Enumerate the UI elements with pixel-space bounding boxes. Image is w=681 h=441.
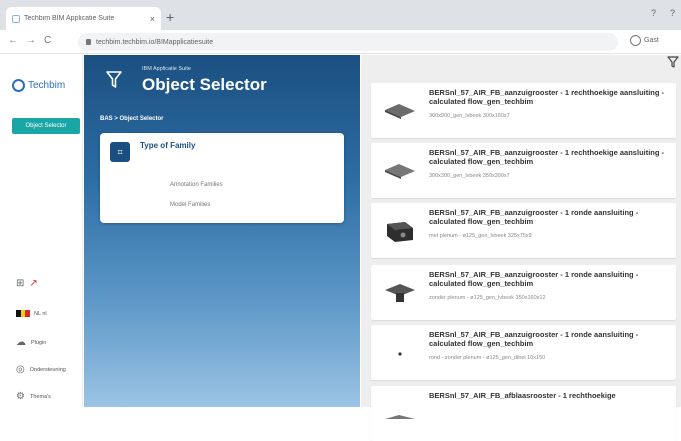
filter-icon[interactable] — [667, 56, 679, 68]
profile-label: Gast — [644, 37, 659, 44]
page-title: Object Selector — [142, 75, 267, 94]
result-item[interactable]: BERSnl_57_AIR_FB_aanzuigrooster - 1 rond… — [371, 325, 676, 380]
filter-icon — [106, 71, 122, 88]
techbim-logo[interactable]: Techbim — [12, 79, 65, 92]
profile-button[interactable]: Gast — [630, 35, 659, 46]
rect-grille-thumbnail — [385, 104, 415, 119]
option-annotation-families[interactable]: Annotation Families — [170, 182, 223, 188]
tab-title: Techbim BIM Applicatie Suite — [24, 15, 115, 22]
sidebar-item-support[interactable]: ◎ Ondersteuning — [16, 364, 66, 375]
reload-button[interactable]: C — [44, 35, 51, 46]
tab-close-icon[interactable]: × — [150, 14, 155, 24]
language-label: NL nl — [34, 310, 47, 317]
round-grille-thumbnail — [385, 284, 415, 302]
grid-icon[interactable]: ⊞ — [16, 278, 24, 289]
result-subtitle: rond - zonder plenum - ø125_gen_dibel 10… — [429, 355, 546, 361]
result-subtitle: 300x300_gen_lvbeek 350x300x7 — [429, 173, 510, 179]
result-title: BERSnl_57_AIR_FB_aanzuigrooster - 1 rech… — [429, 88, 665, 106]
logout-icon[interactable]: ↗ — [29, 278, 37, 289]
sidebar-item-label: Ondersteuning — [29, 366, 66, 373]
browser-tab[interactable]: Techbim BIM Applicatie Suite × — [6, 7, 161, 30]
browser-tab-bar: Techbim BIM Applicatie Suite × + ? ? — [0, 0, 681, 30]
result-item[interactable]: BERSnl_57_AIR_FB_aanzuigrooster - 1 rech… — [371, 143, 676, 198]
window-minimize-button[interactable]: ? — [651, 8, 656, 18]
family-type-icon: ⌗ — [110, 142, 130, 162]
option-model-families[interactable]: Model Families — [170, 202, 210, 208]
profile-avatar-icon — [630, 35, 641, 46]
result-title: BERSnl_57_AIR_FB_aanzuigrooster - 1 rond… — [429, 270, 639, 288]
result-title: BERSnl_57_AIR_FB_afblaasrooster - 1 rech… — [429, 391, 616, 400]
url-input[interactable]: techbim.techbim.io/BIMapplicatiesuite — [78, 33, 618, 51]
result-title: BERSnl_57_AIR_FB_aanzuigrooster - 1 rech… — [429, 148, 665, 166]
theme-icon: ⚙ — [16, 391, 25, 402]
rect-grille-thumbnail — [385, 415, 415, 419]
forward-button[interactable]: → — [26, 35, 36, 46]
browser-address-bar: ← → C techbim.techbim.io/BIMapplicatiesu… — [0, 30, 681, 54]
sidebar-item-plugin[interactable]: ☁ Plugin — [16, 337, 46, 348]
sidebar-utility-row: ⊞ ↗ — [16, 278, 43, 289]
logo-text: Techbim — [28, 80, 66, 91]
sidebar-item-themes[interactable]: ⚙ Thema's — [16, 391, 51, 402]
result-subtitle: zonder plenum - ø125_gen_lvbeek 350x160x… — [429, 295, 546, 301]
result-subtitle: met plenum - ø125_gen_lvbeek 325x75x9 — [429, 233, 532, 239]
result-item[interactable]: BERSnl_57_AIR_FB_aanzuigrooster - 1 rech… — [371, 83, 676, 138]
result-item[interactable]: BERSnl_57_AIR_FB_aanzuigrooster - 1 rond… — [371, 265, 676, 320]
results-list: BERSnl_57_AIR_FB_aanzuigrooster - 1 rech… — [361, 55, 681, 441]
back-button[interactable]: ← — [8, 35, 18, 46]
plenum-box-thumbnail — [387, 222, 413, 242]
result-item[interactable]: BERSnl_57_AIR_FB_afblaasrooster - 1 rech… — [371, 386, 676, 441]
sidebar: Techbim Object Selector ⊞ ↗ NL nl ☁ Plug… — [0, 55, 83, 407]
sidebar-item-label: Plugin — [31, 339, 47, 346]
sidebar-item-object-selector[interactable]: Object Selector — [12, 118, 80, 134]
lock-icon — [86, 39, 91, 45]
result-title: BERSnl_57_AIR_FB_aanzuigrooster - 1 rond… — [429, 208, 639, 226]
object-selector-panel: IBM Applicatie Suite Object Selector BAS… — [84, 55, 360, 407]
card-title: Type of Family — [140, 141, 196, 150]
type-of-family-card: ⌗ Type of Family Annotation Families Mod… — [100, 133, 344, 223]
rect-grille-thumbnail — [385, 164, 415, 179]
language-selector[interactable]: NL nl — [16, 310, 47, 317]
favicon-icon — [12, 14, 20, 23]
sidebar-item-label: Thema's — [29, 393, 51, 400]
suite-label: IBM Applicatie Suite — [142, 66, 191, 72]
techbim-logo-icon — [12, 79, 25, 92]
window-more-button[interactable]: ? — [670, 8, 675, 18]
result-subtitle: 300x900_gen_lvbeek 300x160x7 — [429, 113, 510, 119]
url-text: techbim.techbim.io/BIMapplicatiesuite — [96, 38, 214, 46]
belgium-flag-icon — [16, 310, 31, 317]
support-icon: ◎ — [16, 364, 25, 375]
new-tab-button[interactable]: + — [166, 9, 174, 25]
result-title: BERSnl_57_AIR_FB_aanzuigrooster - 1 rond… — [429, 330, 639, 348]
result-item[interactable]: BERSnl_57_AIR_FB_aanzuigrooster - 1 rond… — [371, 203, 676, 258]
small-fitting-thumbnail — [398, 352, 402, 356]
breadcrumb[interactable]: BAS > Object Selector — [100, 116, 164, 122]
plugin-icon: ☁ — [16, 337, 26, 348]
